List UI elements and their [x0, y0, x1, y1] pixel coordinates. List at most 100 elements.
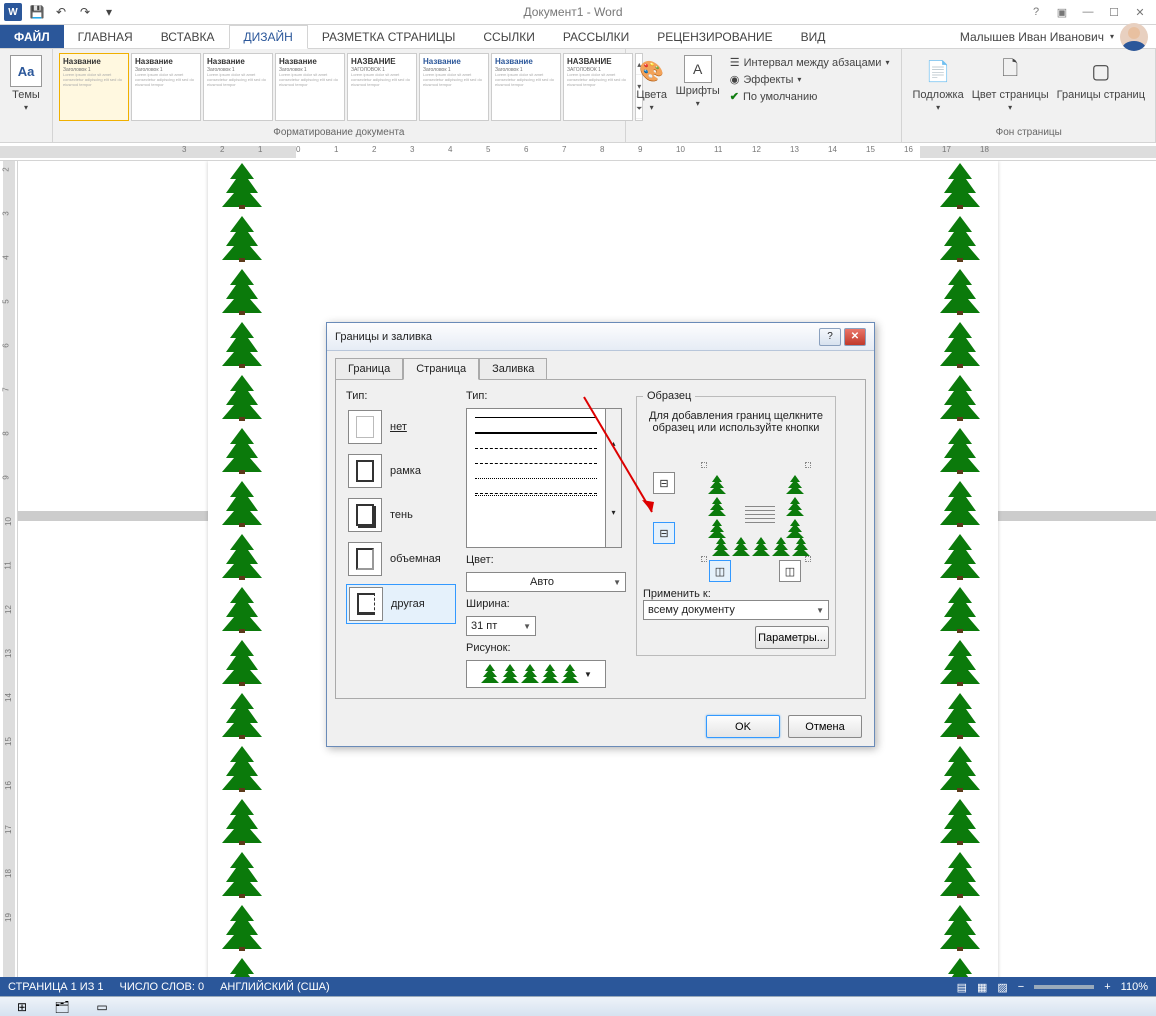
help-button[interactable]: ? [1024, 2, 1048, 22]
close-button[interactable]: ✕ [1128, 2, 1152, 22]
status-words[interactable]: ЧИСЛО СЛОВ: 0 [120, 981, 205, 993]
preview-fieldset: Образец Для добавления границ щелкните о… [636, 390, 836, 656]
setting-shadow-icon [348, 498, 382, 532]
vertical-ruler[interactable]: 2345678910111213141516171819 [0, 161, 18, 996]
tab-review[interactable]: РЕЦЕНЗИРОВАНИЕ [643, 25, 786, 48]
tab-file[interactable]: ФАЙЛ [0, 25, 64, 48]
status-bar: СТРАНИЦА 1 ИЗ 1 ЧИСЛО СЛОВ: 0 АНГЛИЙСКИЙ… [0, 977, 1156, 997]
ok-button[interactable]: OK [706, 715, 780, 738]
style-set-gallery[interactable]: НазваниеЗаголовок 1Lorem ipsum dolor sit… [59, 53, 633, 121]
setting-none[interactable]: нет [346, 408, 456, 446]
pagecolor-label: Цвет страницы [972, 89, 1049, 101]
page-color-button[interactable]: 🗋 Цвет страницы▾ [968, 53, 1053, 114]
edge-top-button[interactable]: ⊟ [653, 472, 675, 494]
style-set-item[interactable]: НАЗВАНИЕЗАГОЛОВОК 1Lorem ipsum dolor sit… [347, 53, 417, 121]
fonts-icon: A [684, 55, 712, 83]
dialog-close-button[interactable]: ✕ [844, 328, 866, 346]
setting-shadow[interactable]: тень [346, 496, 456, 534]
fonts-button[interactable]: A Шрифты▾ [672, 53, 724, 114]
line-style-list[interactable] [466, 408, 606, 548]
setting-3d-label: объемная [390, 553, 441, 565]
ribbon-options-button[interactable]: ▣ [1050, 2, 1074, 22]
themes-button[interactable]: Aa Темы ▾ [6, 53, 46, 114]
setting-custom-icon [349, 587, 383, 621]
style-set-item[interactable]: НАЗВАНИЕЗАГОЛОВОК 1Lorem ipsum dolor sit… [563, 53, 633, 121]
zoom-level[interactable]: 110% [1121, 981, 1148, 993]
maximize-button[interactable]: ☐ [1102, 2, 1126, 22]
user-name[interactable]: Малышев Иван Иванович [960, 30, 1104, 44]
tab-insert[interactable]: ВСТАВКА [147, 25, 229, 48]
spacing-icon: ☰ [730, 56, 740, 69]
apply-to-dropdown[interactable]: всему документу▼ [643, 600, 829, 620]
page-borders-button[interactable]: ▢ Границы страниц [1053, 53, 1149, 114]
dialog-tab-border[interactable]: Граница [335, 358, 403, 380]
setting-3d[interactable]: объемная [346, 540, 456, 578]
save-button[interactable]: 💾 [28, 3, 46, 21]
setting-custom[interactable]: другая [346, 584, 456, 624]
default-label: По умолчанию [743, 91, 817, 103]
tab-home[interactable]: ГЛАВНАЯ [64, 25, 147, 48]
dialog-help-button[interactable]: ? [819, 328, 841, 346]
taskbar: ⊞ 🗂 ▭ [0, 996, 1156, 1016]
dialog-title: Границы и заливка [335, 331, 816, 343]
art-dropdown[interactable]: ▼ [466, 660, 606, 688]
style-scroll-up[interactable]: ▴ [606, 409, 621, 478]
edge-left-button[interactable]: ◫ [709, 560, 731, 582]
tab-mailings[interactable]: РАССЫЛКИ [549, 25, 643, 48]
paragraph-spacing-button[interactable]: ☰Интервал между абзацами▾ [728, 55, 892, 70]
preview-legend: Образец [643, 390, 695, 402]
horizontal-ruler[interactable]: 3210123456789101112131415161718 [0, 143, 1156, 161]
edge-right-button[interactable]: ◫ [779, 560, 801, 582]
style-set-item[interactable]: НазваниеЗаголовок 1Lorem ipsum dolor sit… [131, 53, 201, 121]
zoom-slider[interactable] [1034, 985, 1094, 989]
start-button[interactable]: ⊞ [4, 998, 40, 1016]
style-set-item[interactable]: НазваниеЗаголовок 1Lorem ipsum dolor sit… [491, 53, 561, 121]
taskbar-explorer-icon[interactable]: 🗂 [44, 998, 80, 1016]
colors-button[interactable]: 🎨 Цвета▾ [632, 53, 672, 114]
effects-button[interactable]: ◉Эффекты▾ [728, 72, 892, 87]
tab-references[interactable]: ССЫЛКИ [469, 25, 548, 48]
chevron-down-icon: ▼ [816, 606, 824, 615]
ribbon: Aa Темы ▾ НазваниеЗаголовок 1Lorem ipsum… [0, 49, 1156, 143]
style-label: Тип: [466, 390, 626, 402]
cancel-button[interactable]: Отмена [788, 715, 862, 738]
set-default-button[interactable]: ✔По умолчанию [728, 89, 892, 104]
width-dropdown[interactable]: 31 пт▼ [466, 616, 536, 636]
tree-icon [560, 663, 580, 685]
tab-view[interactable]: ВИД [787, 25, 840, 48]
style-scroll-down[interactable]: ▾ [606, 478, 621, 547]
preview-hint: Для добавления границ щелкните образец и… [643, 408, 829, 436]
zoom-in-button[interactable]: + [1104, 981, 1110, 993]
tab-design[interactable]: ДИЗАЙН [229, 25, 308, 49]
options-button[interactable]: Параметры... [755, 626, 829, 649]
group-formatting-label: Форматирование документа [59, 125, 619, 138]
minimize-button[interactable]: — [1076, 2, 1100, 22]
setting-box[interactable]: рамка [346, 452, 456, 490]
qat-customize-icon[interactable]: ▾ [100, 3, 118, 21]
color-dropdown[interactable]: Авто▼ [466, 572, 626, 592]
width-label: Ширина: [466, 598, 626, 610]
watermark-button[interactable]: 📄 Подложка▾ [908, 53, 967, 114]
style-set-item[interactable]: НазваниеЗаголовок 1Lorem ipsum dolor sit… [275, 53, 345, 121]
dialog-tab-page[interactable]: Страница [403, 358, 479, 380]
style-set-item[interactable]: НазваниеЗаголовок 1Lorem ipsum dolor sit… [203, 53, 273, 121]
status-page[interactable]: СТРАНИЦА 1 ИЗ 1 [8, 981, 104, 993]
taskbar-app-icon[interactable]: ▭ [84, 998, 120, 1016]
user-menu-icon[interactable]: ▾ [1110, 32, 1114, 41]
style-set-item[interactable]: НазваниеЗаголовок 1Lorem ipsum dolor sit… [419, 53, 489, 121]
style-set-item[interactable]: НазваниеЗаголовок 1Lorem ipsum dolor sit… [59, 53, 129, 121]
redo-button[interactable]: ↷ [76, 3, 94, 21]
dialog-titlebar[interactable]: Границы и заливка ? ✕ [327, 323, 874, 351]
status-lang[interactable]: АНГЛИЙСКИЙ (США) [220, 981, 330, 993]
tab-layout[interactable]: РАЗМЕТКА СТРАНИЦЫ [308, 25, 470, 48]
border-preview[interactable]: ⊟ ⊟ ◫ ◫ [651, 442, 821, 582]
chevron-down-icon: ▼ [523, 622, 531, 631]
dialog-tab-fill[interactable]: Заливка [479, 358, 547, 380]
undo-button[interactable]: ↶ [52, 3, 70, 21]
view-print-icon[interactable]: ▤ [957, 981, 967, 994]
zoom-out-button[interactable]: − [1018, 981, 1024, 993]
edge-bottom-button[interactable]: ⊟ [653, 522, 675, 544]
view-read-icon[interactable]: ▦ [977, 981, 987, 994]
view-web-icon[interactable]: ▨ [997, 981, 1007, 994]
user-avatar-icon[interactable] [1120, 23, 1148, 51]
